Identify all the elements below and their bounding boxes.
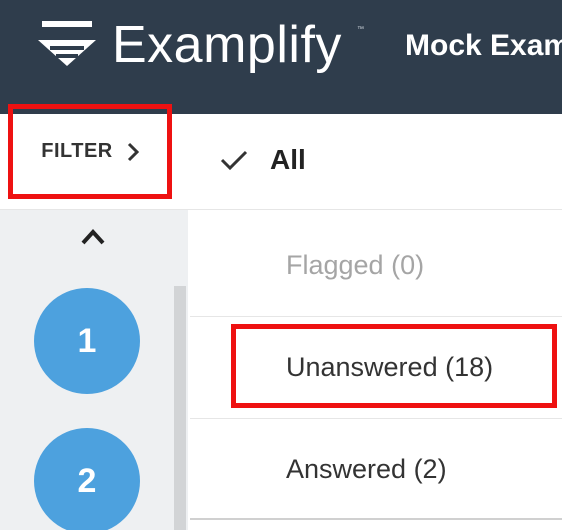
- check-icon: [220, 150, 248, 171]
- question-1-button[interactable]: 1: [34, 288, 140, 394]
- filter-option-all[interactable]: All: [220, 140, 306, 180]
- filter-option-flagged: Flagged (0): [286, 249, 425, 280]
- app-name: Examplify: [112, 16, 342, 74]
- chevron-up-icon[interactable]: [80, 228, 106, 246]
- app-header: Examplify ™ Mock Exam: [0, 0, 562, 114]
- sidebar-scrollbar[interactable]: [174, 286, 186, 530]
- list-divider: [190, 518, 562, 520]
- filter-button[interactable]: FILTER: [8, 104, 172, 199]
- chevron-right-icon: [127, 142, 139, 161]
- examplify-logo-icon: [38, 21, 96, 66]
- trademark-mark: ™: [357, 26, 364, 33]
- exam-title: Mock Exam: [405, 29, 562, 62]
- filter-option-unanswered[interactable]: Unanswered (18): [190, 316, 562, 418]
- filter-option-answered[interactable]: Answered (2): [190, 418, 562, 520]
- question-2-button[interactable]: 2: [34, 428, 140, 530]
- filter-label: FILTER: [41, 140, 113, 162]
- filter-option-all-label: All: [270, 144, 306, 175]
